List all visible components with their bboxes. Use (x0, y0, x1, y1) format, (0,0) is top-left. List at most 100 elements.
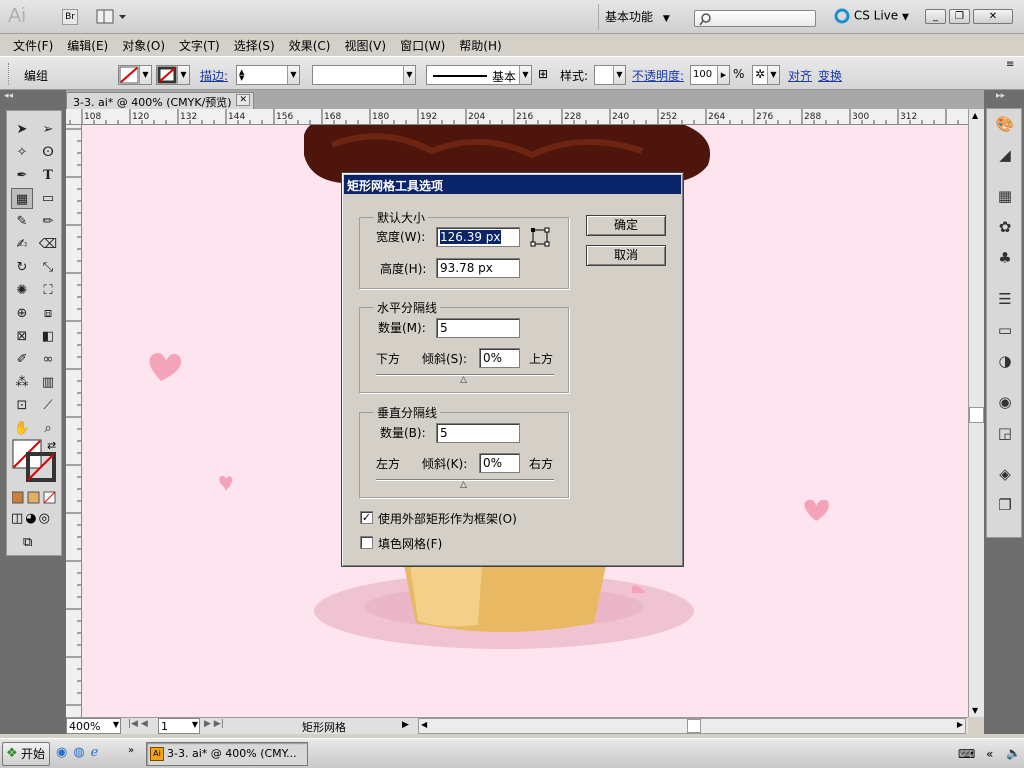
fill-stroke-swatches[interactable] (12, 439, 56, 482)
panel-menu-icon[interactable]: ≡ (1006, 59, 1014, 70)
close-button[interactable]: ✕ (973, 9, 1013, 24)
opacity-label[interactable]: 不透明度: (632, 67, 684, 84)
artboard-nav-icons[interactable]: |◀ ◀ (128, 719, 148, 729)
fill-grid-checkbox[interactable] (360, 536, 373, 549)
gradient-panel-icon[interactable]: ▭ (987, 315, 1023, 346)
keyboard-icon[interactable]: ⌨ (958, 747, 975, 761)
warp-tool-icon[interactable]: ✺ (11, 280, 33, 301)
fill-swatch[interactable]: ▼ (118, 65, 152, 85)
fill-grid-label[interactable]: 填色网格(F) (378, 535, 442, 552)
quick-launch-icons[interactable]: ◉◍ℯ (56, 745, 104, 760)
scroll-up-icon[interactable]: ▲ (972, 111, 978, 120)
blend-tool-icon[interactable]: ∞ (37, 349, 59, 370)
pencil-tool-icon[interactable]: ✏ (37, 211, 59, 232)
layers-panel-icon[interactable]: ◈ (987, 459, 1023, 490)
shape-builder-tool-icon[interactable]: ⊕ (11, 303, 33, 324)
vertical-ruler[interactable] (66, 125, 82, 717)
cs-live-button[interactable]: CS Live ▼ (834, 8, 909, 24)
brushes-panel-icon[interactable]: ✿ (987, 212, 1023, 243)
color-panel-icon[interactable]: 🎨 (987, 109, 1023, 140)
arrange-documents-button[interactable] (96, 9, 128, 25)
graphic-style-swatch[interactable]: ▼ (594, 65, 626, 85)
stroke-swatch[interactable]: ▼ (156, 65, 190, 85)
use-outer-rect-checkbox[interactable]: ✓ (360, 511, 373, 524)
scroll-right-icon[interactable]: ▶ (957, 720, 963, 729)
appearance-panel-icon[interactable]: ◉ (987, 387, 1023, 418)
h-count-field[interactable]: 5 (436, 318, 520, 338)
swap-fill-stroke-icon[interactable]: ⇄ (47, 439, 56, 452)
opacity-input[interactable]: 100 ▶ (690, 65, 730, 85)
screen-mode-icon[interactable]: ⧉ (23, 535, 32, 550)
mesh-tool-icon[interactable]: ⊠ (11, 326, 33, 347)
artboard-nav-icons[interactable]: ▶ ▶| (204, 719, 224, 729)
zoom-tool-icon[interactable]: ⌕ (37, 418, 59, 439)
menu-effect[interactable]: 效果(C) (282, 34, 338, 56)
chevron-left-icon[interactable]: « (986, 747, 993, 761)
brush-definition[interactable]: 基本 ▼ (426, 65, 532, 85)
artboard-tool-icon[interactable]: ⊡ (11, 395, 33, 416)
transparency-panel-icon[interactable]: ◑ (987, 346, 1023, 377)
ok-button[interactable]: 确定 (586, 215, 666, 236)
slice-tool-icon[interactable]: ⟋ (37, 395, 59, 416)
scroll-left-icon[interactable]: ◀ (421, 720, 427, 729)
slider-thumb-icon[interactable]: △ (460, 375, 467, 385)
transform-link[interactable]: 变换 (818, 67, 842, 84)
speaker-icon[interactable]: 🔈 (1006, 746, 1021, 760)
scale-tool-icon[interactable]: ⤡ (37, 257, 59, 278)
artboards-panel-icon[interactable]: ❐ (987, 490, 1023, 521)
graphic-styles-panel-icon[interactable]: ◲ (987, 418, 1023, 449)
menu-window[interactable]: 窗口(W) (393, 34, 452, 56)
stroke-label[interactable]: 描边: (200, 67, 228, 84)
zoom-select[interactable]: 400% ▼ (66, 718, 121, 734)
pen-tool-icon[interactable]: ✒ (11, 165, 33, 186)
horizontal-scrollbar[interactable]: ◀ ▶ (418, 718, 966, 734)
chevron-right-icon[interactable]: » (128, 745, 134, 756)
collapse-icon[interactable]: ◂◂ (4, 91, 13, 101)
cancel-button[interactable]: 取消 (586, 245, 666, 266)
variable-width-profile[interactable]: ▼ (312, 65, 416, 85)
rotate-tool-icon[interactable]: ↻ (11, 257, 33, 278)
magic-wand-tool-icon[interactable]: ✧ (11, 142, 33, 163)
lasso-tool-icon[interactable]: ⵙ (37, 142, 59, 163)
expand-icon[interactable]: ▸▸ (996, 91, 1005, 101)
bridge-button[interactable]: Br (62, 9, 78, 25)
menu-type[interactable]: 文字(T) (172, 34, 227, 56)
paintbrush-tool-icon[interactable]: ✎ (11, 211, 33, 232)
perspective-grid-tool-icon[interactable]: ⧈ (37, 303, 59, 324)
stroke-weight-input[interactable]: ▲ ▼ ▼ (236, 65, 300, 85)
symbol-sprayer-tool-icon[interactable]: ⁂ (11, 372, 33, 393)
vertical-scrollbar[interactable]: ▲ ▼ (968, 109, 984, 717)
menu-select[interactable]: 选择(S) (227, 34, 282, 56)
scroll-thumb[interactable] (969, 407, 984, 423)
v-skew-field[interactable]: 0% (479, 453, 520, 473)
document-tab[interactable]: 3-3. ai* @ 400% (CMYK/预览) ✕ (66, 92, 254, 109)
artboard-number-select[interactable]: 1 ▼ (158, 718, 200, 734)
drawing-mode-icons[interactable]: ◫◕◎ (11, 511, 52, 526)
symbols-panel-icon[interactable]: ♣ (987, 243, 1023, 274)
rectangle-tool-icon[interactable]: ▭ (37, 188, 59, 209)
close-tab-icon[interactable]: ✕ (236, 94, 250, 106)
selection-tool-icon[interactable]: ➤ (11, 119, 33, 140)
menu-edit[interactable]: 编辑(E) (60, 34, 115, 56)
align-link[interactable]: 对齐 (788, 67, 812, 84)
h-skew-field[interactable]: 0% (479, 348, 520, 368)
grid-icon[interactable]: ⊞ (538, 67, 548, 81)
menu-file[interactable]: 文件(F) (6, 34, 60, 56)
eyedropper-tool-icon[interactable]: ✐ (11, 349, 33, 370)
restore-button[interactable]: ❐ (949, 9, 970, 24)
use-outer-rect-label[interactable]: 使用外部矩形作为框架(O) (378, 510, 517, 527)
hand-tool-icon[interactable]: ✋ (11, 418, 33, 439)
rectangular-grid-tool-icon[interactable]: ▦ (11, 188, 33, 209)
minimize-button[interactable]: _ (925, 9, 946, 24)
reference-point-icon[interactable] (530, 227, 550, 247)
column-graph-tool-icon[interactable]: ▥ (37, 372, 59, 393)
stroke-panel-icon[interactable]: ☰ (987, 284, 1023, 315)
scroll-down-icon[interactable]: ▼ (972, 706, 978, 715)
search-input[interactable] (694, 10, 816, 27)
color-guide-icon[interactable]: ◢ (987, 140, 1023, 171)
menu-help[interactable]: 帮助(H) (452, 34, 508, 56)
start-button[interactable]: ❖ 开始 (2, 742, 50, 766)
width-field[interactable]: 126.39 px (436, 227, 520, 247)
v-count-field[interactable]: 5 (436, 423, 520, 443)
status-menu-icon[interactable]: ▶ (402, 720, 409, 730)
